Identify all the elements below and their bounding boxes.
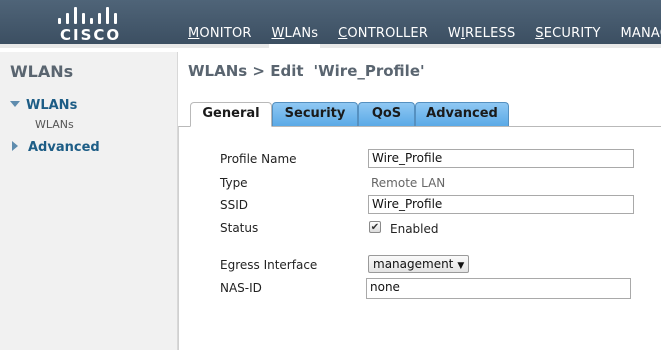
cisco-logo-text: CISCO [60, 26, 122, 44]
status-enabled-checkbox[interactable]: ✔ [369, 221, 381, 233]
sidebar-heading: WLANs [10, 62, 74, 81]
tab-security[interactable]: Security [272, 102, 358, 126]
type-label: Type [220, 176, 248, 190]
profile-name-field[interactable]: Wire_Profile [368, 149, 634, 168]
status-label: Status [220, 221, 259, 235]
cisco-logo: CISCO [56, 4, 126, 44]
sidebar-item-label: Advanced [28, 140, 100, 155]
egress-interface-label: Egress Interface [220, 258, 318, 272]
triangle-down-icon [10, 101, 20, 107]
ssid-field[interactable]: Wire_Profile [368, 195, 634, 214]
tab-qos[interactable]: QoS [358, 102, 415, 126]
nav-security[interactable]: SECURITY [535, 26, 600, 41]
main-content: WLANs > Edit 'Wire_Profile' General Secur… [178, 52, 661, 350]
page-title: WLANs > Edit 'Wire_Profile' [188, 62, 425, 80]
tab-general[interactable]: General [190, 102, 272, 127]
egress-interface-select[interactable]: management ▼ [368, 255, 470, 273]
tab-advanced[interactable]: Advanced [415, 102, 509, 126]
nas-id-label: NAS-ID [220, 281, 262, 295]
general-tab-panel: Profile Name Wire_Profile Type Remote LA… [178, 126, 661, 350]
cisco-logo-bars-icon [58, 6, 118, 24]
nav-wireless[interactable]: WIRELESS [448, 26, 516, 41]
ssid-label: SSID [220, 198, 249, 212]
triangle-right-icon [12, 141, 18, 151]
status-enabled-label: Enabled [390, 222, 439, 236]
sidebar-item-wlans[interactable]: WLANs [10, 98, 77, 113]
dropdown-arrow-icon: ▼ [457, 261, 465, 271]
nas-id-field[interactable]: none [366, 278, 631, 299]
nav-monitor[interactable]: MONITOR [188, 26, 252, 41]
nav-wlans[interactable]: WLANs [269, 26, 321, 48]
top-header: CISCO MONITOR WLANs CONTROLLER WIRELESS … [0, 0, 661, 48]
left-sidebar: WLANs WLANs WLANs Advanced [0, 52, 178, 350]
main-nav: MONITOR WLANs CONTROLLER WIRELESS SECURI… [188, 26, 661, 48]
sidebar-item-advanced[interactable]: Advanced [12, 140, 100, 155]
nav-controller[interactable]: CONTROLLER [338, 26, 428, 41]
nav-management[interactable]: MANAGEM [621, 26, 661, 41]
type-value: Remote LAN [371, 176, 446, 190]
profile-name-label: Profile Name [220, 152, 297, 166]
sidebar-subitem-wlans[interactable]: WLANs [35, 118, 74, 131]
sidebar-item-label: WLANs [26, 98, 78, 113]
